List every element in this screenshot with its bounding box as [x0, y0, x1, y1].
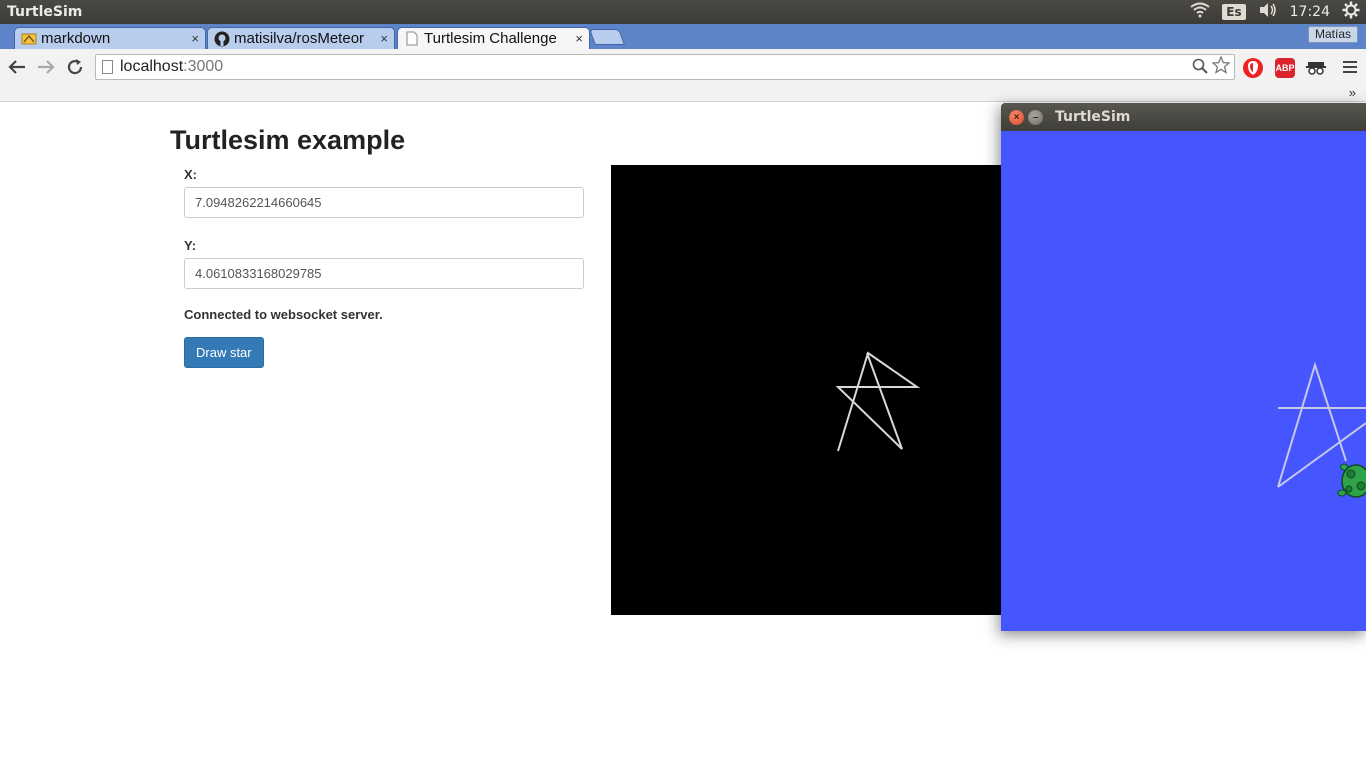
- new-tab-button[interactable]: [589, 29, 625, 45]
- turtlesim-window: × – TurtleSim: [1001, 103, 1366, 631]
- reload-button[interactable]: [64, 56, 86, 78]
- indicator-area: Es 17:24: [1190, 1, 1360, 24]
- forward-arrow-icon: [38, 60, 55, 74]
- turtlesim-canvas: [1001, 131, 1366, 631]
- page-icon: [102, 60, 113, 74]
- settings-gear-icon[interactable]: [1342, 1, 1360, 24]
- bookmarks-bar: »: [0, 85, 1366, 102]
- incognito-mask-icon[interactable]: [1306, 58, 1326, 78]
- turtle-sprite-icon: [1337, 463, 1366, 498]
- tab-markdown[interactable]: markdown ×: [14, 27, 206, 49]
- page-icon: [404, 31, 420, 47]
- forward-button[interactable]: [35, 56, 57, 78]
- tab-close-icon[interactable]: ×: [575, 31, 583, 46]
- extension-shield-icon[interactable]: [1243, 58, 1263, 78]
- turtlesim-window-title: TurtleSim: [1055, 109, 1131, 125]
- url-text[interactable]: localhost:3000: [120, 58, 223, 76]
- draw-star-button[interactable]: Draw star: [184, 337, 264, 368]
- volume-icon[interactable]: [1258, 2, 1278, 23]
- tab-label: markdown: [41, 30, 111, 47]
- clock[interactable]: 17:24: [1290, 4, 1330, 20]
- bookmarks-more-chevron[interactable]: »: [1349, 85, 1356, 100]
- browser-toolbar: localhost:3000 ABP: [0, 49, 1366, 85]
- adblock-plus-icon[interactable]: ABP: [1275, 58, 1295, 78]
- page-title: Turtlesim example: [170, 125, 406, 155]
- address-bar[interactable]: localhost:3000: [95, 54, 1235, 80]
- active-app-title: TurtleSim: [7, 4, 83, 20]
- back-button[interactable]: [6, 56, 28, 78]
- github-icon: [214, 31, 230, 47]
- profile-badge[interactable]: Matías: [1307, 26, 1358, 43]
- window-minimize-icon[interactable]: –: [1028, 110, 1043, 125]
- hamburger-menu-icon[interactable]: [1342, 58, 1358, 79]
- turtlesim-titlebar[interactable]: × – TurtleSim: [1001, 103, 1366, 131]
- reload-icon: [67, 59, 83, 75]
- tab-turtlesim-challenge[interactable]: Turtlesim Challenge ×: [397, 27, 590, 49]
- y-field-label: Y:: [184, 238, 197, 253]
- tab-label: Turtlesim Challenge: [424, 30, 557, 47]
- x-input[interactable]: [184, 187, 584, 218]
- tab-label: matisilva/rosMeteor: [234, 30, 365, 47]
- tab-close-icon[interactable]: ×: [380, 31, 388, 46]
- system-top-panel: TurtleSim Es 17:24: [0, 0, 1366, 24]
- zoom-icon[interactable]: [1192, 58, 1208, 79]
- markdown-favicon-icon: [21, 31, 37, 47]
- x-field-label: X:: [184, 167, 197, 182]
- tab-github[interactable]: matisilva/rosMeteor ×: [207, 27, 395, 49]
- window-close-icon[interactable]: ×: [1009, 110, 1024, 125]
- connection-status: Connected to websocket server.: [184, 307, 383, 322]
- turtlesim-star-drawing: [1277, 361, 1366, 498]
- turtle-trail: [1277, 361, 1347, 488]
- browser-tab-strip: markdown × matisilva/rosMeteor × Turtles…: [0, 24, 1366, 49]
- y-input[interactable]: [184, 258, 584, 289]
- star-path: [835, 351, 921, 452]
- star-drawing: [835, 351, 921, 452]
- keyboard-layout-indicator[interactable]: Es: [1222, 4, 1246, 20]
- tab-close-icon[interactable]: ×: [191, 31, 199, 46]
- wifi-icon[interactable]: [1190, 2, 1210, 23]
- bookmark-star-icon[interactable]: [1211, 55, 1231, 79]
- turtle-canvas: [611, 165, 1061, 615]
- back-arrow-icon: [8, 60, 25, 74]
